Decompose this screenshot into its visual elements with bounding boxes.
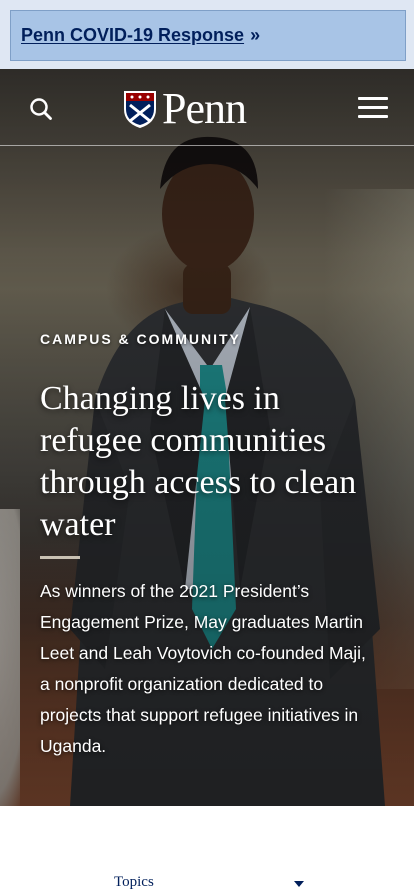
penn-logo[interactable]: Penn	[122, 84, 247, 133]
divider	[40, 556, 80, 559]
alert-box: Penn COVID-19 Response »	[10, 10, 406, 61]
story-headline[interactable]: Changing lives in refugee communities th…	[40, 378, 380, 546]
category-label[interactable]: CAMPUS & COMMUNITY	[40, 331, 241, 347]
arrow-icon: »	[250, 25, 261, 45]
search-icon	[30, 98, 52, 120]
alert-banner: Penn COVID-19 Response »	[0, 0, 414, 69]
hamburger-menu-icon	[358, 97, 388, 100]
caret-down-icon	[294, 881, 304, 887]
menu-button[interactable]	[358, 97, 388, 121]
penn-shield-icon	[124, 91, 156, 128]
logo-wordmark: Penn	[162, 84, 247, 133]
topics-label: Topics	[114, 873, 154, 890]
search-button[interactable]	[28, 96, 54, 122]
hamburger-line	[358, 115, 388, 118]
site-header: Penn	[0, 69, 414, 146]
covid-response-link[interactable]: Penn COVID-19 Response	[21, 25, 244, 46]
hamburger-line	[358, 106, 388, 109]
story-summary: As winners of the 2021 President’s Engag…	[40, 581, 366, 756]
topics-dropdown[interactable]: Topics	[114, 872, 304, 892]
